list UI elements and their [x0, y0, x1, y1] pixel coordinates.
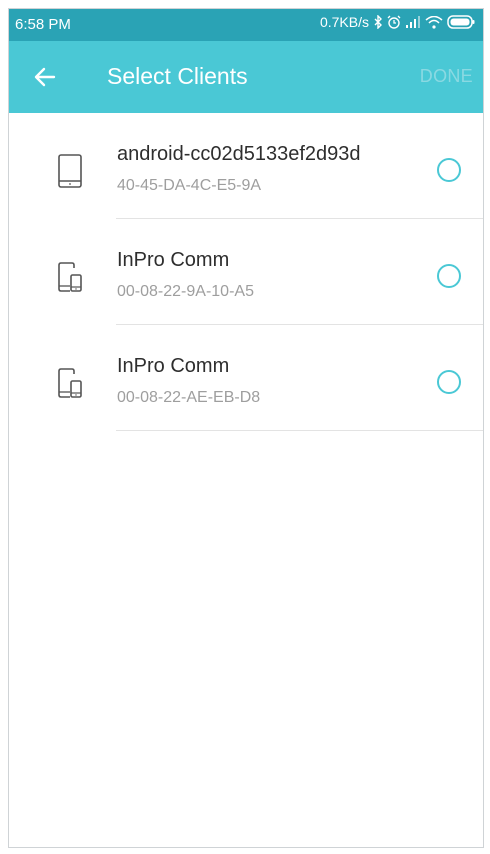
bluetooth-icon — [373, 15, 383, 29]
arrow-left-icon — [34, 67, 56, 87]
network-speed: 0.7KB/s — [319, 14, 369, 30]
client-name: InPro Comm — [117, 249, 230, 271]
client-mac: 00-08-22-AE-EB-D8 — [117, 389, 261, 406]
client-name: InPro Comm — [117, 355, 230, 377]
status-bar: 6:58 PM 0.7KB/s — [9, 9, 483, 41]
client-select-radio[interactable] — [437, 264, 461, 288]
done-button[interactable]: DONE — [420, 66, 473, 87]
client-mac: 40-45-DA-4C-E5-9A — [117, 177, 262, 194]
devices-icon — [53, 363, 87, 403]
wifi-icon — [425, 15, 443, 29]
client-mac: 00-08-22-9A-10-A5 — [117, 283, 254, 300]
page-title: Select Clients — [107, 63, 248, 89]
status-time: 6:58 PM — [15, 16, 71, 33]
devices-icon — [53, 257, 87, 297]
client-select-radio[interactable] — [437, 158, 461, 182]
battery-icon — [447, 15, 475, 29]
status-icons: 0.7KB/s — [320, 14, 475, 30]
signal-icon — [405, 16, 421, 28]
alarm-icon — [387, 15, 401, 29]
client-list: android-cc02d5133ef2d93d 40-45-DA-4C-E5-… — [9, 113, 483, 431]
client-name: android-cc02d5133ef2d93d — [117, 143, 361, 165]
client-row[interactable]: android-cc02d5133ef2d93d 40-45-DA-4C-E5-… — [9, 113, 483, 219]
app-bar: Select Clients DONE — [9, 41, 483, 113]
client-row[interactable]: InPro Comm 00-08-22-9A-10-A5 — [9, 219, 483, 325]
tablet-icon — [53, 151, 87, 191]
back-button[interactable] — [31, 63, 59, 91]
client-row[interactable]: InPro Comm 00-08-22-AE-EB-D8 — [9, 325, 483, 431]
client-select-radio[interactable] — [437, 370, 461, 394]
app-frame: 6:58 PM 0.7KB/s Select Clients DONE andr… — [8, 8, 484, 848]
divider — [116, 430, 483, 431]
